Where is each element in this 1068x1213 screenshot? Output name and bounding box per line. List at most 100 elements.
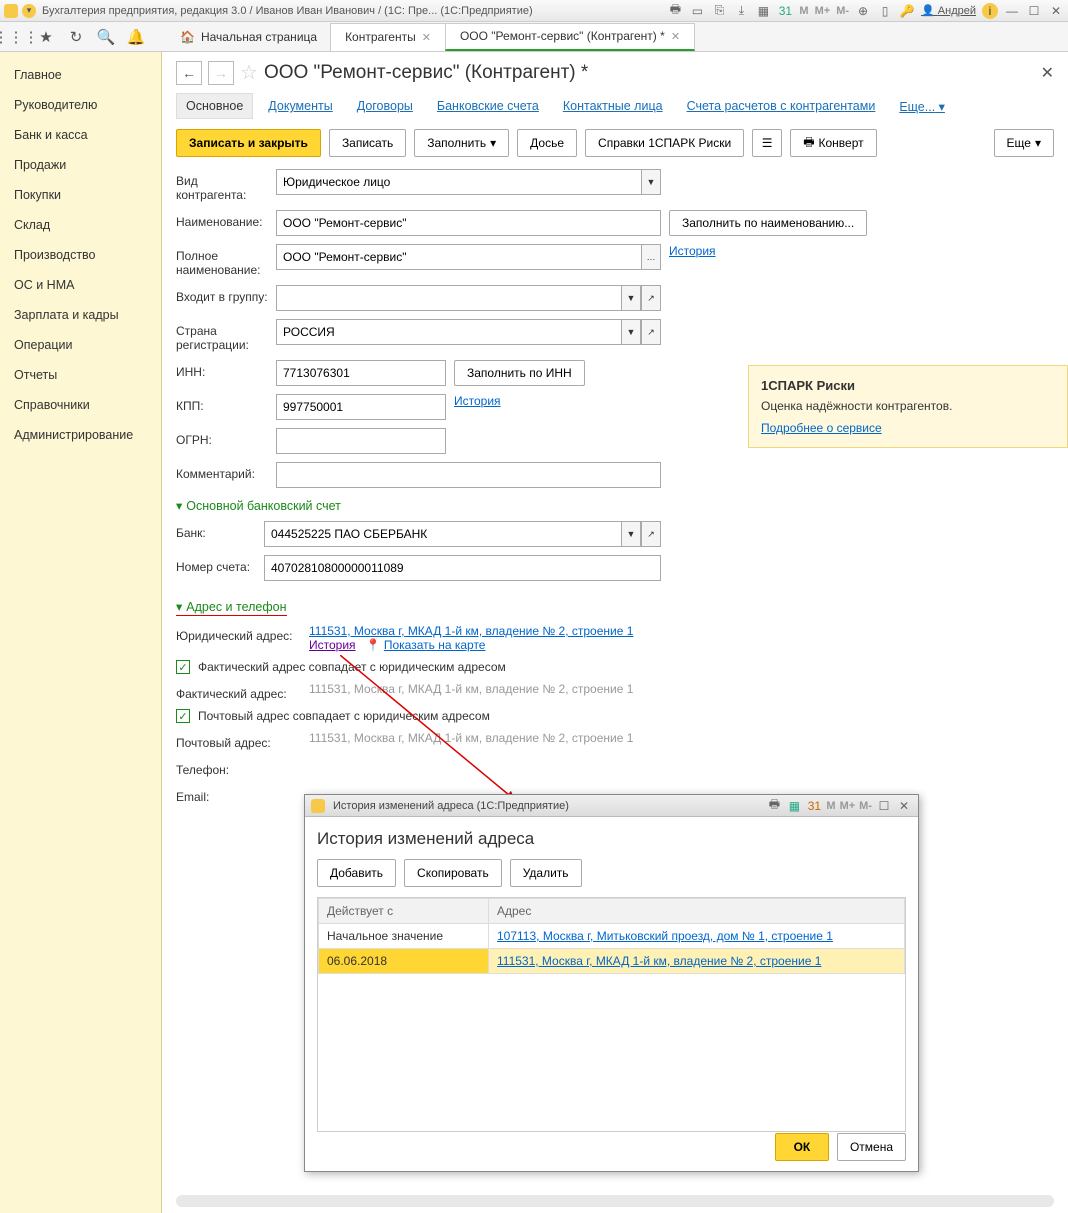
- sidebar-item-admin[interactable]: Администрирование: [0, 420, 161, 450]
- fill-button[interactable]: Заполнить ▾: [414, 129, 509, 157]
- subtab-main[interactable]: Основное: [176, 93, 253, 119]
- open-icon[interactable]: ↗: [641, 521, 661, 547]
- dossier-button[interactable]: Досье: [517, 129, 577, 157]
- bank-input[interactable]: [264, 521, 621, 547]
- calc-icon[interactable]: ▦: [786, 798, 802, 814]
- ellipsis-icon[interactable]: …: [641, 244, 661, 270]
- maximize-icon[interactable]: ☐: [1026, 3, 1042, 19]
- subtab-contacts[interactable]: Контактные лица: [554, 94, 672, 118]
- close-icon[interactable]: ✕: [671, 30, 680, 43]
- horizontal-scrollbar[interactable]: [176, 1195, 1054, 1207]
- add-button[interactable]: Добавить: [317, 859, 396, 887]
- address-section-header[interactable]: ▾Адрес и телефон: [176, 599, 287, 616]
- memory-m-icon[interactable]: M: [826, 800, 835, 812]
- sidebar-item-purchases[interactable]: Покупки: [0, 180, 161, 210]
- tab-home[interactable]: 🏠 Начальная страница: [166, 23, 331, 51]
- save-close-button[interactable]: Записать и закрыть: [176, 129, 321, 157]
- subtab-bank-accounts[interactable]: Банковские счета: [428, 94, 548, 118]
- spark-button[interactable]: Справки 1СПАРК Риски: [585, 129, 744, 157]
- list-icon-button[interactable]: ☰: [752, 129, 782, 157]
- sidebar-item-main[interactable]: Главное: [0, 60, 161, 90]
- history-link[interactable]: История: [669, 244, 716, 258]
- bell-icon[interactable]: 🔔: [126, 27, 146, 47]
- ogrn-input[interactable]: [276, 428, 446, 454]
- dropdown-icon[interactable]: ▼: [641, 169, 661, 195]
- memory-m-icon[interactable]: M: [799, 5, 808, 17]
- doc-icon[interactable]: ▭: [689, 3, 705, 19]
- save-button[interactable]: Записать: [329, 129, 406, 157]
- page-close-icon[interactable]: ✕: [1041, 63, 1054, 83]
- cell-address-link[interactable]: 107113, Москва г, Митьковский проезд, до…: [497, 929, 833, 943]
- search-icon[interactable]: 🔍: [96, 27, 116, 47]
- sidebar-item-salary[interactable]: Зарплата и кадры: [0, 300, 161, 330]
- sidebar-item-reports[interactable]: Отчеты: [0, 360, 161, 390]
- copy-button[interactable]: Скопировать: [404, 859, 502, 887]
- close-icon[interactable]: ✕: [896, 798, 912, 814]
- bank-section-header[interactable]: ▾Основной банковский счет: [176, 498, 1054, 513]
- fact-same-checkbox[interactable]: ✓: [176, 660, 190, 674]
- memory-mplus-icon[interactable]: M+: [840, 800, 856, 812]
- delete-button[interactable]: Удалить: [510, 859, 582, 887]
- sidebar-item-sales[interactable]: Продажи: [0, 150, 161, 180]
- post-same-checkbox[interactable]: ✓: [176, 709, 190, 723]
- maximize-icon[interactable]: ☐: [876, 798, 892, 814]
- sidebar-item-manager[interactable]: Руководителю: [0, 90, 161, 120]
- fill-by-inn-button[interactable]: Заполнить по ИНН: [454, 360, 585, 386]
- zoom-icon[interactable]: ⊕: [855, 3, 871, 19]
- sidebar-item-operations[interactable]: Операции: [0, 330, 161, 360]
- sidebar-item-bank[interactable]: Банк и касса: [0, 120, 161, 150]
- fill-by-name-button[interactable]: Заполнить по наименованию...: [669, 210, 867, 236]
- table-row[interactable]: 06.06.2018 111531, Москва г, МКАД 1-й км…: [319, 949, 905, 974]
- more-button[interactable]: Еще ▾: [994, 129, 1054, 157]
- memory-mminus-icon[interactable]: M-: [859, 800, 872, 812]
- sidebar-item-catalogs[interactable]: Справочники: [0, 390, 161, 420]
- save-icon[interactable]: ⤓: [733, 3, 749, 19]
- dropdown-icon[interactable]: ▾: [22, 4, 36, 18]
- addr-history-link[interactable]: История: [309, 638, 356, 652]
- back-button[interactable]: ←: [176, 61, 202, 85]
- sidebar-item-assets[interactable]: ОС и НМА: [0, 270, 161, 300]
- sidebar-item-warehouse[interactable]: Склад: [0, 210, 161, 240]
- star-icon[interactable]: ★: [36, 27, 56, 47]
- memory-mminus-icon[interactable]: M-: [836, 5, 849, 17]
- fullname-input[interactable]: [276, 244, 641, 270]
- close-icon[interactable]: ✕: [1048, 3, 1064, 19]
- key-icon[interactable]: 🔑: [899, 3, 915, 19]
- kind-input[interactable]: [276, 169, 641, 195]
- cancel-button[interactable]: Отмена: [837, 1133, 906, 1161]
- subtab-more[interactable]: Еще... ▾: [890, 94, 954, 119]
- tab-remont-servis[interactable]: ООО "Ремонт-сервис" (Контрагент) *✕: [445, 23, 695, 51]
- panel-icon[interactable]: ▯: [877, 3, 893, 19]
- tab-counterparties[interactable]: Контрагенты✕: [330, 23, 446, 51]
- memory-mplus-icon[interactable]: M+: [815, 5, 831, 17]
- cell-address-link[interactable]: 111531, Москва г, МКАД 1-й км, владение …: [497, 954, 821, 968]
- apps-icon[interactable]: ⋮⋮⋮: [6, 27, 26, 47]
- inn-input[interactable]: [276, 360, 446, 386]
- ok-button[interactable]: ОК: [775, 1133, 829, 1161]
- close-icon[interactable]: ✕: [422, 31, 431, 44]
- country-input[interactable]: [276, 319, 621, 345]
- dropdown-icon[interactable]: ▼: [621, 285, 641, 311]
- subtab-settlement-accounts[interactable]: Счета расчетов с контрагентами: [678, 94, 885, 118]
- favorite-icon[interactable]: ☆: [240, 60, 258, 85]
- subtab-docs[interactable]: Документы: [259, 94, 341, 118]
- open-icon[interactable]: ↗: [641, 319, 661, 345]
- group-input[interactable]: [276, 285, 621, 311]
- name-input[interactable]: [276, 210, 661, 236]
- copy-icon[interactable]: ⎘: [711, 3, 727, 19]
- print-icon[interactable]: 🖶: [766, 798, 782, 814]
- minimize-icon[interactable]: —: [1004, 3, 1020, 19]
- comment-input[interactable]: [276, 462, 661, 488]
- kpp-history-link[interactable]: История: [454, 394, 501, 408]
- dropdown-icon[interactable]: ▼: [621, 319, 641, 345]
- calendar-icon[interactable]: 31: [777, 3, 793, 19]
- help-icon[interactable]: i: [982, 3, 998, 19]
- calendar-icon[interactable]: 31: [806, 798, 822, 814]
- table-row[interactable]: Начальное значение 107113, Москва г, Мит…: [319, 924, 905, 949]
- subtab-contracts[interactable]: Договоры: [348, 94, 422, 118]
- user-link[interactable]: 👤 Андрей: [921, 4, 976, 17]
- history-icon[interactable]: ↻: [66, 27, 86, 47]
- show-map-link[interactable]: Показать на карте: [384, 638, 486, 652]
- legal-addr-link[interactable]: 111531, Москва г, МКАД 1-й км, владение …: [309, 624, 633, 638]
- envelope-button[interactable]: 🖶 Конверт: [790, 129, 876, 157]
